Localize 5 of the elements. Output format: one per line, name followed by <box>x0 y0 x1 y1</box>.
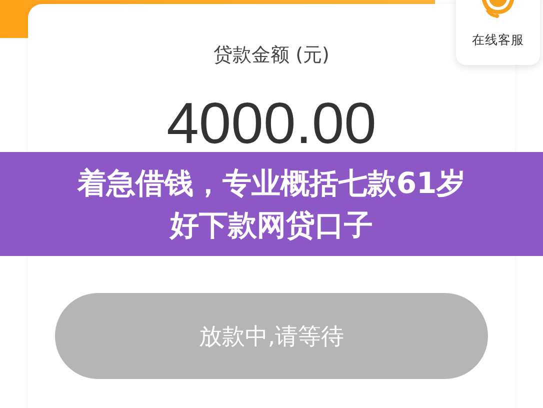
banner-title-line: 着急借钱，专业概括七款61岁 <box>77 165 466 202</box>
customer-service-button[interactable]: 在线客服 <box>456 0 540 65</box>
loan-amount-label: 贷款金额 (元) <box>214 43 330 68</box>
loan-amount: 4000.00 <box>166 90 376 157</box>
banner-title-line: 好下款网贷口子 <box>170 207 373 244</box>
